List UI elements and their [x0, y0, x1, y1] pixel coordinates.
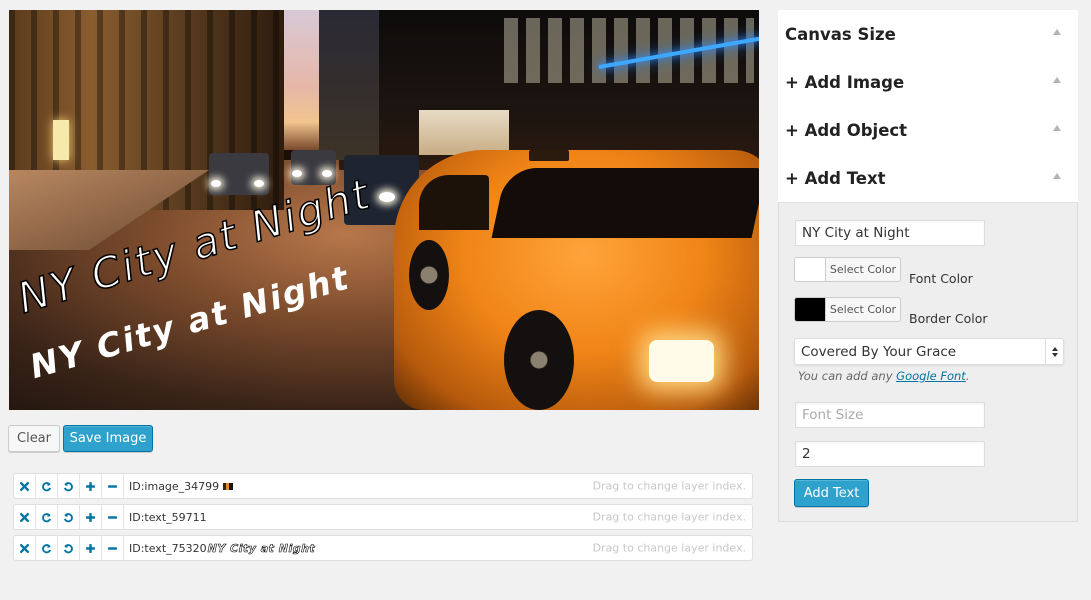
rotate-left-button[interactable]: [58, 536, 80, 560]
photo-headlight: [254, 180, 264, 187]
layer-label: ID:text_75320 NY City at Night: [124, 541, 316, 555]
design-canvas[interactable]: NY City at Night NY City at Night: [9, 10, 759, 410]
photo-building-mid: [319, 10, 379, 160]
font-family-select[interactable]: Covered By Your Grace: [794, 338, 1064, 365]
scale-up-button[interactable]: [80, 505, 102, 529]
photo-lobby: [419, 110, 509, 155]
collapse-caret-icon[interactable]: [1053, 29, 1061, 35]
drag-hint: Drag to change layer index.: [592, 479, 746, 493]
section-title: + Add Text: [785, 168, 886, 188]
font-family-value: Covered By Your Grace: [801, 343, 957, 360]
photo-headlight: [322, 170, 332, 177]
section-canvas-size[interactable]: Canvas Size: [778, 10, 1078, 58]
photo-taxi-wheel: [504, 310, 574, 410]
photo-wall-light: [53, 120, 69, 160]
delete-layer-button[interactable]: [14, 536, 36, 560]
font-color-caption: Font Color: [909, 271, 973, 286]
hint-text: You can add any: [798, 369, 897, 383]
photo-taxi-wheel: [409, 240, 449, 310]
photo-taxi-sign: [529, 150, 569, 161]
section-title: Canvas Size: [785, 24, 896, 44]
layer-id-text: ID:image_34799: [129, 479, 220, 493]
rotate-right-button[interactable]: [36, 505, 58, 529]
photo-taxi-window: [491, 168, 759, 238]
minus-icon: [108, 484, 117, 488]
photo-headlight: [379, 192, 395, 202]
plus-icon: [86, 512, 95, 522]
rotate-ccw-icon: [63, 512, 73, 522]
scale-down-button[interactable]: [102, 536, 124, 560]
add-text-form: NY City at Night Select Color Font Color…: [778, 202, 1078, 522]
layer-id-text: ID:text_59711: [129, 510, 207, 524]
plus-icon: [86, 481, 95, 491]
google-font-link[interactable]: Google Font: [896, 369, 966, 383]
rotate-ccw-icon: [63, 543, 73, 553]
photo-taxi-side-window: [419, 175, 489, 230]
rotate-cw-icon: [42, 512, 52, 522]
delete-layer-button[interactable]: [14, 474, 36, 498]
border-color-caption: Border Color: [909, 311, 988, 326]
add-text-button[interactable]: Add Text: [794, 479, 869, 507]
font-size-input[interactable]: Font Size: [795, 402, 985, 428]
collapse-caret-icon[interactable]: [1053, 77, 1061, 83]
section-add-text[interactable]: + Add Text: [778, 154, 1078, 202]
rotate-left-button[interactable]: [58, 474, 80, 498]
border-color-swatch[interactable]: [795, 298, 826, 321]
photo-headlight: [292, 170, 302, 177]
scale-up-button[interactable]: [80, 474, 102, 498]
collapse-caret-icon[interactable]: [1053, 125, 1061, 131]
scale-down-button[interactable]: [102, 505, 124, 529]
close-icon: [19, 512, 30, 522]
collapse-caret-icon[interactable]: [1053, 173, 1061, 179]
layer-label: ID:image_34799: [124, 479, 234, 493]
border-color-picker[interactable]: Select Color: [794, 297, 901, 322]
section-add-object[interactable]: + Add Object: [778, 106, 1078, 154]
clear-button[interactable]: Clear: [8, 425, 60, 452]
photo-headlight: [211, 180, 221, 187]
google-font-hint: You can add any Google Font.: [798, 369, 969, 383]
text-content-input[interactable]: NY City at Night: [795, 220, 985, 246]
select-color-label: Select Color: [829, 303, 897, 316]
section-title: + Add Object: [785, 120, 908, 140]
rotate-right-button[interactable]: [36, 474, 58, 498]
rotate-left-button[interactable]: [58, 505, 80, 529]
scale-down-button[interactable]: [102, 474, 124, 498]
font-color-swatch[interactable]: [795, 258, 826, 281]
layer-list: ID:image_34799 Drag to change layer inde…: [13, 473, 753, 566]
section-title: + Add Image: [785, 72, 905, 92]
minus-icon: [108, 515, 117, 519]
hint-suffix: .: [965, 369, 970, 383]
rotate-cw-icon: [42, 543, 52, 553]
border-width-input[interactable]: 2: [795, 441, 985, 467]
close-icon: [19, 481, 30, 491]
layer-row[interactable]: ID:image_34799 Drag to change layer inde…: [13, 473, 753, 499]
delete-layer-button[interactable]: [14, 505, 36, 529]
photo-taxi-headlight: [649, 340, 714, 382]
scale-up-button[interactable]: [80, 536, 102, 560]
minus-icon: [108, 546, 117, 550]
photo-car: [209, 153, 269, 195]
rotate-ccw-icon: [63, 481, 73, 491]
save-image-button[interactable]: Save Image: [63, 425, 153, 452]
drag-hint: Drag to change layer index.: [592, 510, 746, 524]
rotate-right-button[interactable]: [36, 536, 58, 560]
layer-row[interactable]: ID:text_75320 NY City at Night Drag to c…: [13, 535, 753, 561]
layer-label: ID:text_59711: [124, 511, 207, 524]
close-icon: [19, 543, 30, 553]
tools-panel: Canvas Size + Add Image + Add Object + A…: [778, 10, 1078, 522]
drag-hint: Drag to change layer index.: [592, 541, 746, 555]
layer-image-thumbnail: [223, 482, 234, 490]
rotate-cw-icon: [42, 481, 52, 491]
section-add-image[interactable]: + Add Image: [778, 58, 1078, 106]
font-color-picker[interactable]: Select Color: [794, 257, 901, 282]
photo-windows: [504, 18, 754, 83]
layer-row[interactable]: ID:text_59711 Drag to change layer index…: [13, 504, 753, 530]
layer-text-preview: NY City at Night: [207, 541, 316, 555]
select-color-label: Select Color: [829, 263, 897, 276]
layer-id-text: ID:text_75320: [129, 541, 207, 555]
plus-icon: [86, 543, 95, 553]
select-arrows-icon: [1045, 339, 1063, 364]
